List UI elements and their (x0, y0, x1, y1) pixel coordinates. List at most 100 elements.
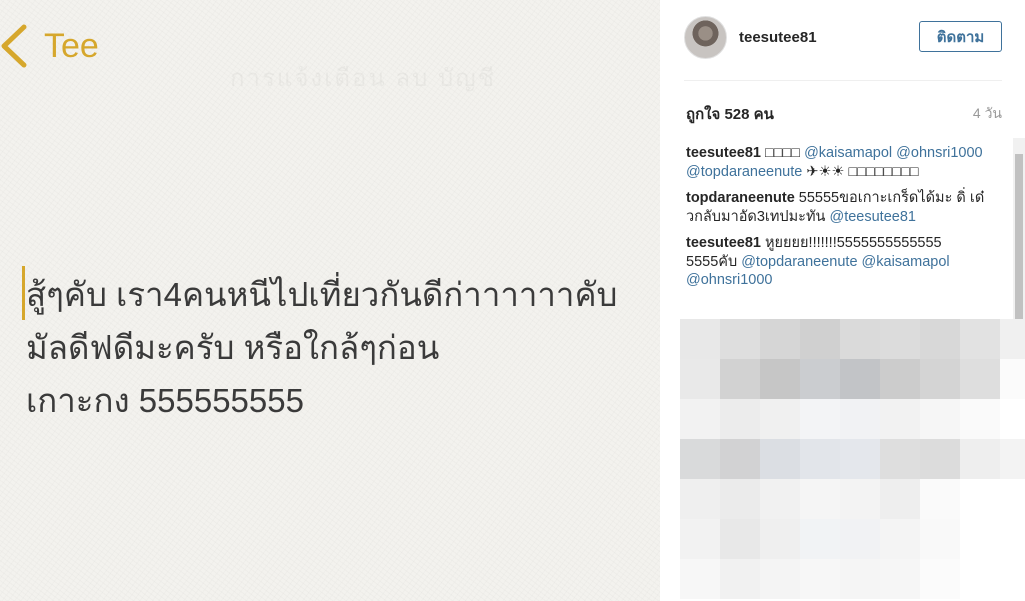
pixelated-region (680, 319, 1025, 601)
pixel-cell (760, 319, 800, 359)
pixel-cell (720, 439, 760, 479)
pixel-cell (920, 319, 960, 359)
pixel-cell (880, 359, 920, 399)
pixel-cell (1000, 359, 1025, 399)
mention-link[interactable]: @topdaraneenute (686, 164, 802, 180)
pixel-cell (960, 519, 1000, 559)
pixel-cell (920, 399, 960, 439)
pixel-cell (960, 559, 1000, 599)
pixel-cell (760, 399, 800, 439)
note-screenshot: Tee การแจ้งเตือน ลบ บัญชี สู้ๆคับ เรา4คน… (0, 0, 660, 601)
comment-username[interactable]: topdaraneenute (686, 190, 795, 206)
pixel-cell (1000, 399, 1025, 439)
mention-link[interactable]: @kaisamapol (862, 254, 950, 270)
pixel-cell (1000, 519, 1025, 559)
post-time[interactable]: 4 วัน (973, 103, 1002, 125)
note-faint-header: การแจ้งเตือน ลบ บัญชี (230, 58, 496, 97)
pixel-cell (960, 439, 1000, 479)
pixel-cell (880, 559, 920, 599)
comment: teesutee81 □□□□ @kaisamapol @ohnsri1000 … (686, 144, 986, 181)
post-header: teesutee81 ติดตาม (684, 15, 1002, 59)
pixel-cell (1000, 319, 1025, 359)
pixel-cell (720, 559, 760, 599)
pixel-cell (760, 479, 800, 519)
pixel-cell (720, 519, 760, 559)
pixel-cell (800, 559, 840, 599)
pixel-cell (1000, 479, 1025, 519)
comment: topdaraneenute 55555ขอเกาะเกร็ดได้มะ ดิ่… (686, 189, 986, 226)
pixel-cell (960, 399, 1000, 439)
back-button[interactable]: Tee (0, 24, 99, 68)
text-cursor (22, 266, 25, 320)
note-line: สู้ๆคับ เรา4คนหนีไปเที่ยวกันดีก่าาาาาาคั… (26, 276, 618, 313)
pixel-cell (760, 359, 800, 399)
pixel-cell (840, 559, 880, 599)
pixel-cell (720, 479, 760, 519)
pixel-cell (1000, 439, 1025, 479)
mention-link[interactable]: @teesutee81 (829, 209, 915, 225)
pixel-cell (960, 359, 1000, 399)
pixel-cell (760, 559, 800, 599)
post-username[interactable]: teesutee81 (739, 29, 817, 46)
pixel-cell (840, 399, 880, 439)
note-body: สู้ๆคับ เรา4คนหนีไปเที่ยวกันดีก่าาาาาาคั… (26, 268, 660, 427)
pixel-cell (680, 479, 720, 519)
pixel-cell (760, 519, 800, 559)
comment-username[interactable]: teesutee81 (686, 235, 761, 251)
mention-link[interactable]: @topdaraneenute (741, 254, 857, 270)
pixel-cell (800, 319, 840, 359)
likes-count[interactable]: ถูกใจ 528 คน (686, 102, 774, 126)
avatar[interactable] (684, 15, 727, 59)
pixel-cell (920, 479, 960, 519)
scrollbar-thumb[interactable] (1015, 154, 1023, 319)
pixel-cell (880, 399, 920, 439)
pixel-cell (800, 479, 840, 519)
pixel-cell (880, 319, 920, 359)
pixel-cell (680, 399, 720, 439)
pixel-cell (920, 439, 960, 479)
pixel-cell (800, 399, 840, 439)
pixel-cell (680, 439, 720, 479)
note-line: มัลดีฟดีมะครับ หรือใกล้ๆก่อน (26, 329, 440, 366)
pixel-cell (880, 479, 920, 519)
pixel-cell (960, 479, 1000, 519)
pixel-cell (840, 359, 880, 399)
pixel-cell (840, 479, 880, 519)
pixel-cell (680, 559, 720, 599)
pixel-cell (920, 359, 960, 399)
pixel-cell (800, 439, 840, 479)
pixel-cell (880, 439, 920, 479)
post-sidebar: teesutee81 ติดตาม ถูกใจ 528 คน 4 วัน tee… (660, 0, 1025, 601)
comment-text: □□□□ (760, 145, 805, 161)
pixel-cell (960, 319, 1000, 359)
mention-link[interactable]: @kaisamapol (804, 145, 892, 161)
comment: teesutee81 หูยยยย!!!!!!!5555555555555 55… (686, 234, 986, 290)
back-label: Tee (44, 27, 99, 65)
pixel-cell (840, 439, 880, 479)
comment-username[interactable]: teesutee81 (686, 145, 761, 161)
comments-list: teesutee81 □□□□ @kaisamapol @ohnsri1000 … (686, 144, 986, 319)
comment-text: ✈☀☀ □□□□□□□□ (802, 163, 919, 180)
mention-link[interactable]: @ohnsri1000 (686, 272, 772, 288)
likes-row: ถูกใจ 528 คน 4 วัน (686, 102, 1002, 126)
pixel-cell (880, 519, 920, 559)
comments-scrollbar[interactable] (1013, 138, 1025, 319)
pixel-cell (720, 399, 760, 439)
pixel-cell (1000, 559, 1025, 599)
pixel-cell (800, 359, 840, 399)
mention-link[interactable]: @ohnsri1000 (896, 145, 982, 161)
note-line: เกาะกง 555555555 (26, 382, 304, 419)
pixel-cell (680, 519, 720, 559)
chevron-left-icon (1, 24, 27, 68)
pixel-cell (920, 559, 960, 599)
pixel-cell (720, 319, 760, 359)
pixel-cell (920, 519, 960, 559)
pixel-cell (680, 319, 720, 359)
pixel-cell (680, 359, 720, 399)
pixel-cell (760, 439, 800, 479)
pixel-cell (720, 359, 760, 399)
pixel-cell (840, 319, 880, 359)
pixel-cell (840, 519, 880, 559)
follow-button[interactable]: ติดตาม (919, 21, 1002, 52)
pixel-cell (800, 519, 840, 559)
